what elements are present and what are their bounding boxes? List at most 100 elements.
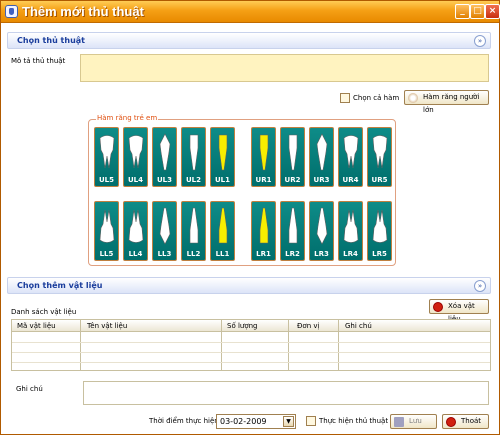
description-field[interactable]: [80, 54, 489, 82]
tooth-ll1[interactable]: LL1: [210, 201, 235, 261]
section-title: Chọn thêm vật liệu: [17, 281, 103, 290]
tooth-label: UR3: [313, 176, 330, 184]
tooth-icon: [259, 207, 269, 244]
performed-checkbox[interactable]: [306, 416, 316, 426]
tooth-icon: [372, 135, 388, 169]
tooth-ll5[interactable]: LL5: [94, 201, 119, 261]
minimize-button[interactable]: _: [455, 4, 470, 19]
tooth-ur1[interactable]: UR1: [251, 127, 276, 187]
dialog-window: Thêm mới thủ thuật _ □ × Chọn thủ thuật …: [0, 0, 500, 435]
tooth-icon: [408, 93, 418, 103]
tooth-label: UL2: [185, 176, 201, 184]
exit-label: Thoát: [461, 417, 482, 425]
maximize-button[interactable]: □: [470, 4, 485, 19]
tooth-icon: [218, 207, 228, 244]
tooth-ur4[interactable]: UR4: [338, 127, 363, 187]
tooth-icon: [128, 135, 144, 169]
tooth-label: UL3: [156, 176, 172, 184]
collapse-icon[interactable]: »: [474, 280, 486, 292]
tooth-lr5[interactable]: LR5: [367, 201, 392, 261]
tooth-label: LR1: [256, 250, 271, 258]
tooth-lr1[interactable]: LR1: [251, 201, 276, 261]
section-choose-procedure: Chọn thủ thuật »: [7, 32, 491, 49]
tooth-label: UR5: [371, 176, 388, 184]
delete-icon: [433, 302, 443, 312]
tooth-icon: [259, 134, 269, 171]
tooth-ul3[interactable]: UL3: [152, 127, 177, 187]
tooth-ul2[interactable]: UL2: [181, 127, 206, 187]
save-button[interactable]: Lưu: [390, 414, 437, 429]
tooth-label: UR4: [342, 176, 359, 184]
tooth-label: UL5: [98, 176, 114, 184]
tooth-icon: [189, 207, 199, 244]
tooth-ur5[interactable]: UR5: [367, 127, 392, 187]
time-label: Thời điểm thực hiện: [149, 417, 219, 425]
tooth-label: LL1: [215, 250, 230, 258]
tooth-label: UL1: [214, 176, 230, 184]
floppy-icon: [394, 417, 404, 427]
tooth-label: UL4: [127, 176, 143, 184]
collapse-icon[interactable]: »: [474, 35, 486, 47]
full-jaw-checkbox[interactable]: [340, 93, 350, 103]
tooth-label: LL5: [99, 250, 114, 258]
tooth-label: LR5: [372, 250, 387, 258]
tooth-icon: [316, 207, 328, 245]
tooth-icon: [159, 133, 171, 171]
description-label: Mô tả thủ thuật: [11, 57, 66, 65]
tooth-icon: [343, 135, 359, 169]
date-value: 03-02-2009: [220, 417, 267, 426]
date-picker[interactable]: 03-02-2009 ▼: [216, 414, 296, 429]
tooth-icon: [316, 133, 328, 171]
tooth-label: LR2: [285, 250, 300, 258]
tooth-ul4[interactable]: UL4: [123, 127, 148, 187]
tooth-ur2[interactable]: UR2: [280, 127, 305, 187]
delete-material-button[interactable]: Xóa vật liệu: [429, 299, 489, 323]
exit-button[interactable]: Thoát: [442, 414, 489, 429]
tooth-icon: [343, 209, 359, 243]
tooth-icon: [288, 207, 298, 244]
tooth-label: LL4: [128, 250, 143, 258]
child-teeth-label: Hàm răng trẻ em: [96, 114, 159, 122]
notes-label: Ghi chú: [16, 385, 43, 393]
tooth-lr3[interactable]: LR3: [309, 201, 334, 261]
tooth-ul5[interactable]: UL5: [94, 127, 119, 187]
tooth-ll2[interactable]: LL2: [181, 201, 206, 261]
col-unit: Đơn vị: [297, 322, 320, 330]
close-button[interactable]: ×: [485, 4, 500, 19]
tooth-icon: [288, 134, 298, 171]
exit-icon: [446, 417, 456, 427]
chevron-down-icon[interactable]: ▼: [283, 416, 294, 427]
tooth-lr4[interactable]: LR4: [338, 201, 363, 261]
window-title: Thêm mới thủ thuật: [22, 4, 144, 19]
col-note: Ghi chú: [345, 322, 372, 330]
tooth-lr2[interactable]: LR2: [280, 201, 305, 261]
section-title: Chọn thủ thuật: [17, 36, 85, 45]
adult-jaw-button[interactable]: Hàm răng người lớn: [404, 90, 489, 114]
tooth-icon: [128, 209, 144, 243]
tooth-icon: [159, 207, 171, 245]
section-choose-materials: Chọn thêm vật liệu »: [7, 277, 491, 294]
tooth-label: LL3: [157, 250, 172, 258]
tooth-ul1[interactable]: UL1: [210, 127, 235, 187]
tooth-icon: [372, 209, 388, 243]
performed-label: Thực hiện thủ thuật: [319, 417, 389, 425]
title-bar[interactable]: Thêm mới thủ thuật _ □ ×: [1, 1, 500, 23]
tooth-ur3[interactable]: UR3: [309, 127, 334, 187]
materials-table[interactable]: Mã vật liệu Tên vật liệu Số lượng Đơn vị…: [11, 319, 491, 371]
tooth-label: LR3: [314, 250, 329, 258]
tooth-label: UR1: [255, 176, 272, 184]
tooth-ll3[interactable]: LL3: [152, 201, 177, 261]
tooth-ll4[interactable]: LL4: [123, 201, 148, 261]
col-quantity: Số lượng: [227, 322, 258, 330]
notes-field[interactable]: [83, 381, 489, 405]
tooth-icon: [218, 134, 228, 171]
tooth-app-icon: [5, 5, 18, 18]
tooth-icon: [189, 134, 199, 171]
save-label: Lưu: [409, 417, 422, 425]
tooth-icon: [99, 135, 115, 169]
adult-jaw-label: Hàm răng người lớn: [423, 93, 480, 114]
tooth-icon: [99, 209, 115, 243]
tooth-label: LL2: [186, 250, 201, 258]
col-name: Tên vật liệu: [87, 322, 128, 330]
full-jaw-label: Chọn cả hàm: [353, 94, 400, 102]
